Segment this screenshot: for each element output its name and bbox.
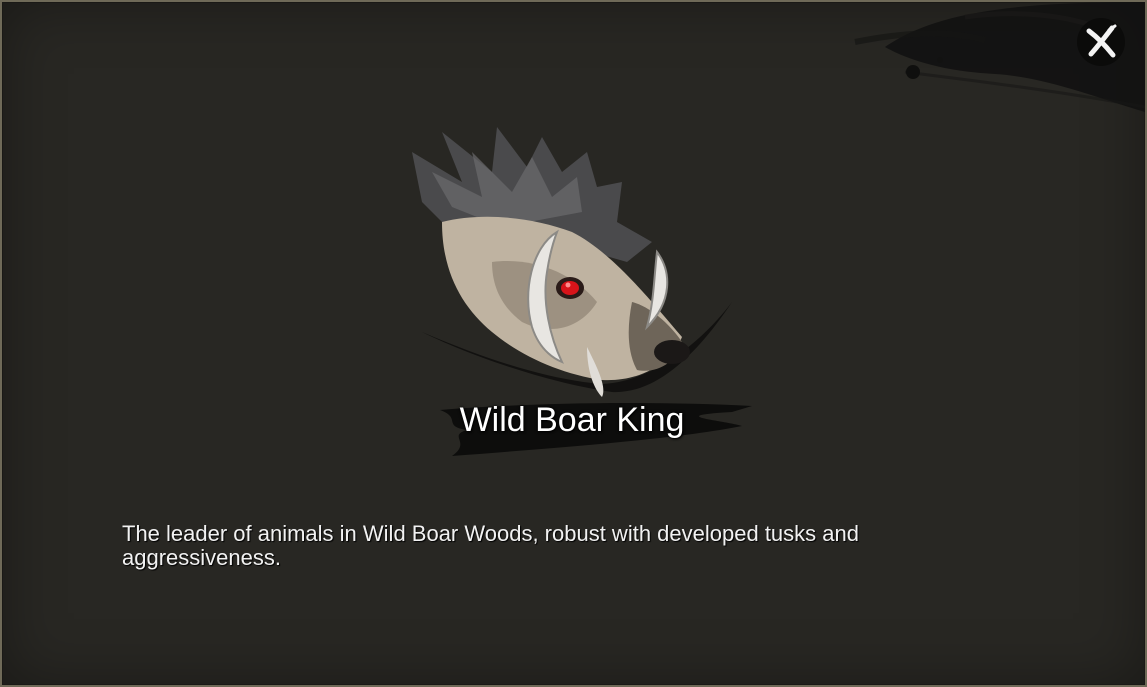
close-icon[interactable] <box>1075 17 1127 67</box>
boss-info-dialog: Wild Boar King The leader of animals in … <box>0 0 1147 687</box>
wild-boar-portrait <box>412 127 732 397</box>
boss-description: The leader of animals in Wild Boar Woods… <box>122 521 859 570</box>
boss-name: Wild Boar King <box>459 401 685 439</box>
